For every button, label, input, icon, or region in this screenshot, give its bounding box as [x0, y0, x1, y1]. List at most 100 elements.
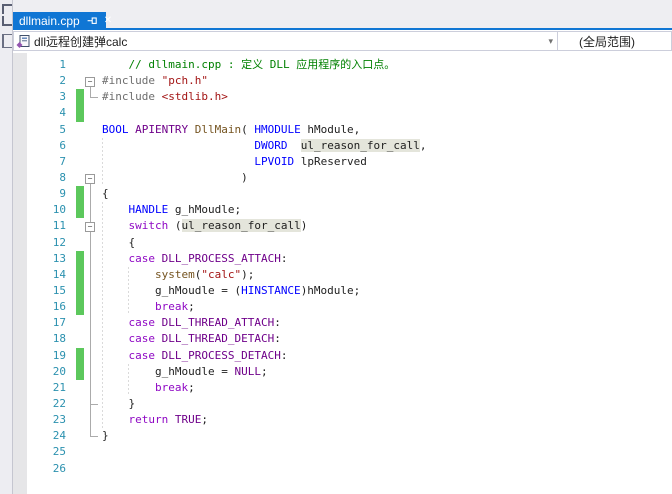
scope-dropdown-label: (全局范围): [579, 34, 635, 49]
line-number: 11: [52, 219, 66, 233]
code-token: DLL_PROCESS_DETACH: [161, 348, 281, 362]
line-number: 23: [52, 413, 66, 427]
code-line[interactable]: [102, 461, 427, 477]
line-number: 16: [52, 300, 66, 314]
change-tracking-bar: [76, 363, 84, 380]
outline-guide-end: [90, 436, 98, 438]
code-line[interactable]: return TRUE;: [102, 412, 427, 428]
code-token: HANDLE: [128, 203, 169, 217]
code-line[interactable]: }: [102, 396, 427, 412]
outline-guide-end: [90, 97, 98, 99]
collapse-toggle[interactable]: −: [85, 76, 95, 87]
code-token: :: [274, 316, 281, 330]
code-line[interactable]: DWORD ul_reason_for_call,: [102, 138, 427, 154]
code-line[interactable]: break;: [102, 299, 427, 315]
close-icon[interactable]: ✕: [104, 16, 112, 26]
code-token: switch: [128, 219, 169, 233]
code-line[interactable]: {: [102, 235, 427, 251]
code-token: );: [241, 267, 255, 281]
code-token: {: [102, 187, 109, 201]
code-line[interactable]: case DLL_PROCESS_ATTACH:: [102, 251, 427, 267]
change-tracking-bar: [76, 266, 84, 284]
code-token: }: [102, 429, 109, 443]
code-line[interactable]: #include <stdlib.h>: [102, 89, 427, 105]
line-number: 6: [59, 138, 66, 152]
line-number: 17: [52, 316, 66, 330]
code-line[interactable]: break;: [102, 380, 427, 396]
code-token: return: [128, 413, 169, 427]
code-line[interactable]: }: [102, 428, 427, 444]
code-token: BOOL: [102, 122, 129, 136]
code-editor[interactable]: 1 2 3 4 5 6 7 8 9 10 11 12 13 14 15 16 17 18 19 20 21 22 23 24 2…: [13, 53, 672, 494]
code-token: NULL: [234, 364, 261, 378]
code-token: ): [102, 170, 248, 184]
code-line[interactable]: g_hMoudle = NULL;: [102, 364, 427, 380]
code-token: <stdlib.h>: [161, 90, 228, 104]
code-line[interactable]: system("calc");: [102, 267, 427, 283]
code-token: break: [154, 300, 189, 314]
code-line[interactable]: [102, 105, 427, 121]
code-line[interactable]: ): [102, 170, 427, 186]
line-number: 4: [59, 106, 66, 120]
code-token: )hModule;: [300, 283, 361, 297]
code-token: DLL_THREAD_DETACH: [161, 332, 275, 346]
code-token: HMODULE: [254, 122, 301, 136]
line-number: 25: [52, 445, 66, 459]
code-token: :: [280, 348, 288, 362]
cpp-file-icon: [16, 34, 31, 49]
outline-guide: [90, 86, 91, 98]
change-tracking-bar: [76, 283, 84, 300]
code-token: case: [128, 251, 156, 265]
line-number: 22: [52, 396, 66, 410]
pin-icon[interactable]: [87, 16, 98, 27]
code-token: ;: [260, 364, 268, 378]
code-line[interactable]: g_hMoudle = (HINSTANCE)hModule;: [102, 283, 427, 299]
symbol-dropdown[interactable]: dll远程创建弹calc ▾: [13, 31, 558, 51]
outline-guide-end: [90, 404, 98, 406]
line-number: 15: [52, 283, 66, 297]
code-token: ,: [419, 138, 427, 152]
code-token: DllMain: [194, 122, 242, 136]
line-number: 13: [52, 251, 66, 265]
document-tab-bar: dllmain.cpp ✕: [13, 0, 672, 30]
code-token: // dllmain.cpp : 定义 DLL 应用程序的入口点。: [128, 58, 396, 71]
code-token: ): [300, 219, 308, 233]
code-line[interactable]: LPVOID lpReserved: [102, 154, 427, 170]
code-token: LPVOID: [254, 154, 295, 168]
scope-dropdown[interactable]: (全局范围): [557, 31, 672, 51]
docked-panel-edge: [0, 0, 13, 494]
code-token: ;: [188, 300, 195, 314]
code-lines: // dllmain.cpp : 定义 DLL 应用程序的入口点。 #includ…: [102, 57, 427, 477]
change-tracking-bar: [76, 89, 84, 106]
code-line[interactable]: case DLL_PROCESS_DETACH:: [102, 348, 427, 364]
code-line[interactable]: [102, 444, 427, 460]
chevron-down-icon[interactable]: ▾: [548, 36, 553, 46]
collapse-toggle[interactable]: −: [85, 173, 95, 184]
code-token: "calc": [201, 267, 242, 281]
code-line[interactable]: BOOL APIENTRY DllMain( HMODULE hModule,: [102, 122, 427, 138]
line-number: 7: [59, 154, 66, 168]
code-line[interactable]: {: [102, 186, 427, 202]
code-token: (: [241, 122, 255, 136]
code-token: break: [154, 380, 189, 394]
tab-title: dllmain.cpp: [19, 14, 80, 28]
collapse-toggle[interactable]: −: [85, 222, 95, 232]
panel-icon-fragment: [2, 16, 12, 26]
code-line[interactable]: // dllmain.cpp : 定义 DLL 应用程序的入口点。: [102, 57, 427, 73]
code-line[interactable]: HANDLE g_hMoudle;: [102, 202, 427, 218]
vs-editor-window: dllmain.cpp ✕ dll远程创建弹calc ▾ (全局范围) 1 2 …: [0, 0, 672, 494]
code-token: case: [128, 316, 156, 330]
panel-icon-fragment: [2, 34, 12, 48]
code-line[interactable]: case DLL_THREAD_ATTACH:: [102, 315, 427, 331]
code-line[interactable]: switch (ul_reason_for_call): [102, 218, 427, 234]
code-line[interactable]: #include "pch.h": [102, 73, 427, 89]
code-line[interactable]: case DLL_THREAD_DETACH:: [102, 331, 427, 347]
